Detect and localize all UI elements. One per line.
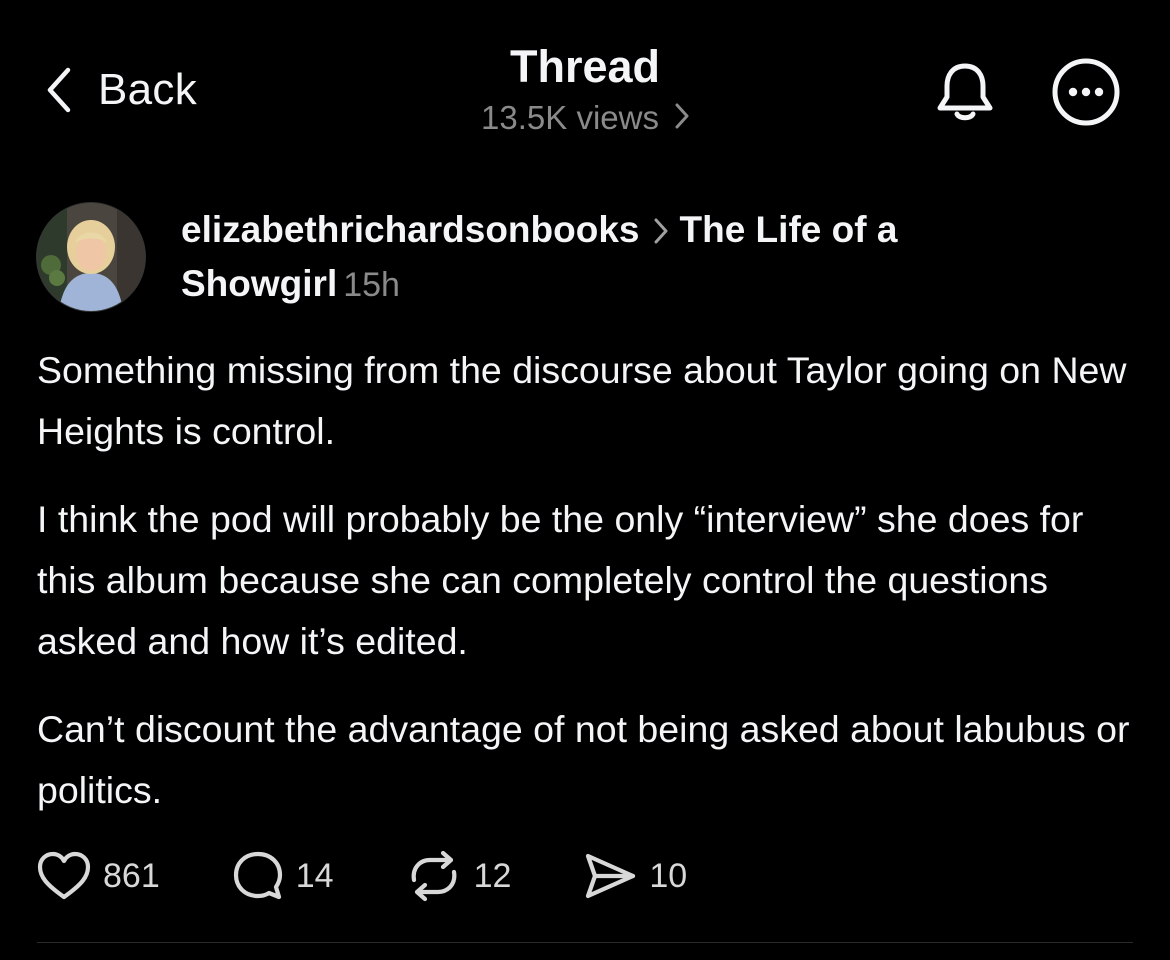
- send-icon: [583, 851, 637, 901]
- post-meta: elizabethrichardsonbooks The Life of a Sh…: [181, 204, 1081, 311]
- post-paragraph: I think the pod will probably be the onl…: [37, 498, 1084, 662]
- back-label: Back: [98, 65, 198, 114]
- top-bar: Back Thread 13.5K views: [0, 0, 1170, 170]
- avatar[interactable]: [36, 202, 146, 312]
- post-paragraph: Something missing from the discourse abo…: [37, 349, 1127, 452]
- comment-icon: [232, 850, 284, 902]
- views-count: 13.5K views: [481, 99, 659, 136]
- post-body: Something missing from the discourse abo…: [37, 340, 1137, 848]
- repost-button[interactable]: 12: [406, 850, 512, 902]
- post-paragraph: Can’t discount the advantage of not bein…: [37, 708, 1130, 811]
- share-button[interactable]: 10: [583, 851, 687, 901]
- bell-icon[interactable]: [930, 56, 1000, 126]
- heart-icon: [37, 851, 91, 901]
- back-button[interactable]: Back: [44, 62, 197, 118]
- action-bar: 861 14 12 10: [37, 848, 687, 904]
- repost-icon: [406, 850, 462, 902]
- page-title: Thread: [509, 41, 661, 92]
- post-time: 15h: [343, 266, 400, 305]
- share-count: 10: [649, 856, 688, 895]
- repost-count: 12: [473, 856, 512, 895]
- chevron-right-icon: [654, 206, 668, 258]
- chevron-left-icon: [44, 66, 74, 114]
- divider: [37, 942, 1133, 943]
- title-block: Thread 13.5K views: [385, 40, 785, 138]
- more-icon[interactable]: [1050, 56, 1122, 128]
- like-count: 861: [103, 856, 160, 895]
- reply-button[interactable]: 14: [232, 850, 334, 902]
- username-link[interactable]: elizabethrichardsonbooks: [181, 209, 640, 250]
- chevron-right-icon: [675, 98, 689, 138]
- views-link[interactable]: 13.5K views: [481, 98, 689, 138]
- reply-count: 14: [295, 856, 334, 895]
- like-button[interactable]: 861: [37, 851, 160, 901]
